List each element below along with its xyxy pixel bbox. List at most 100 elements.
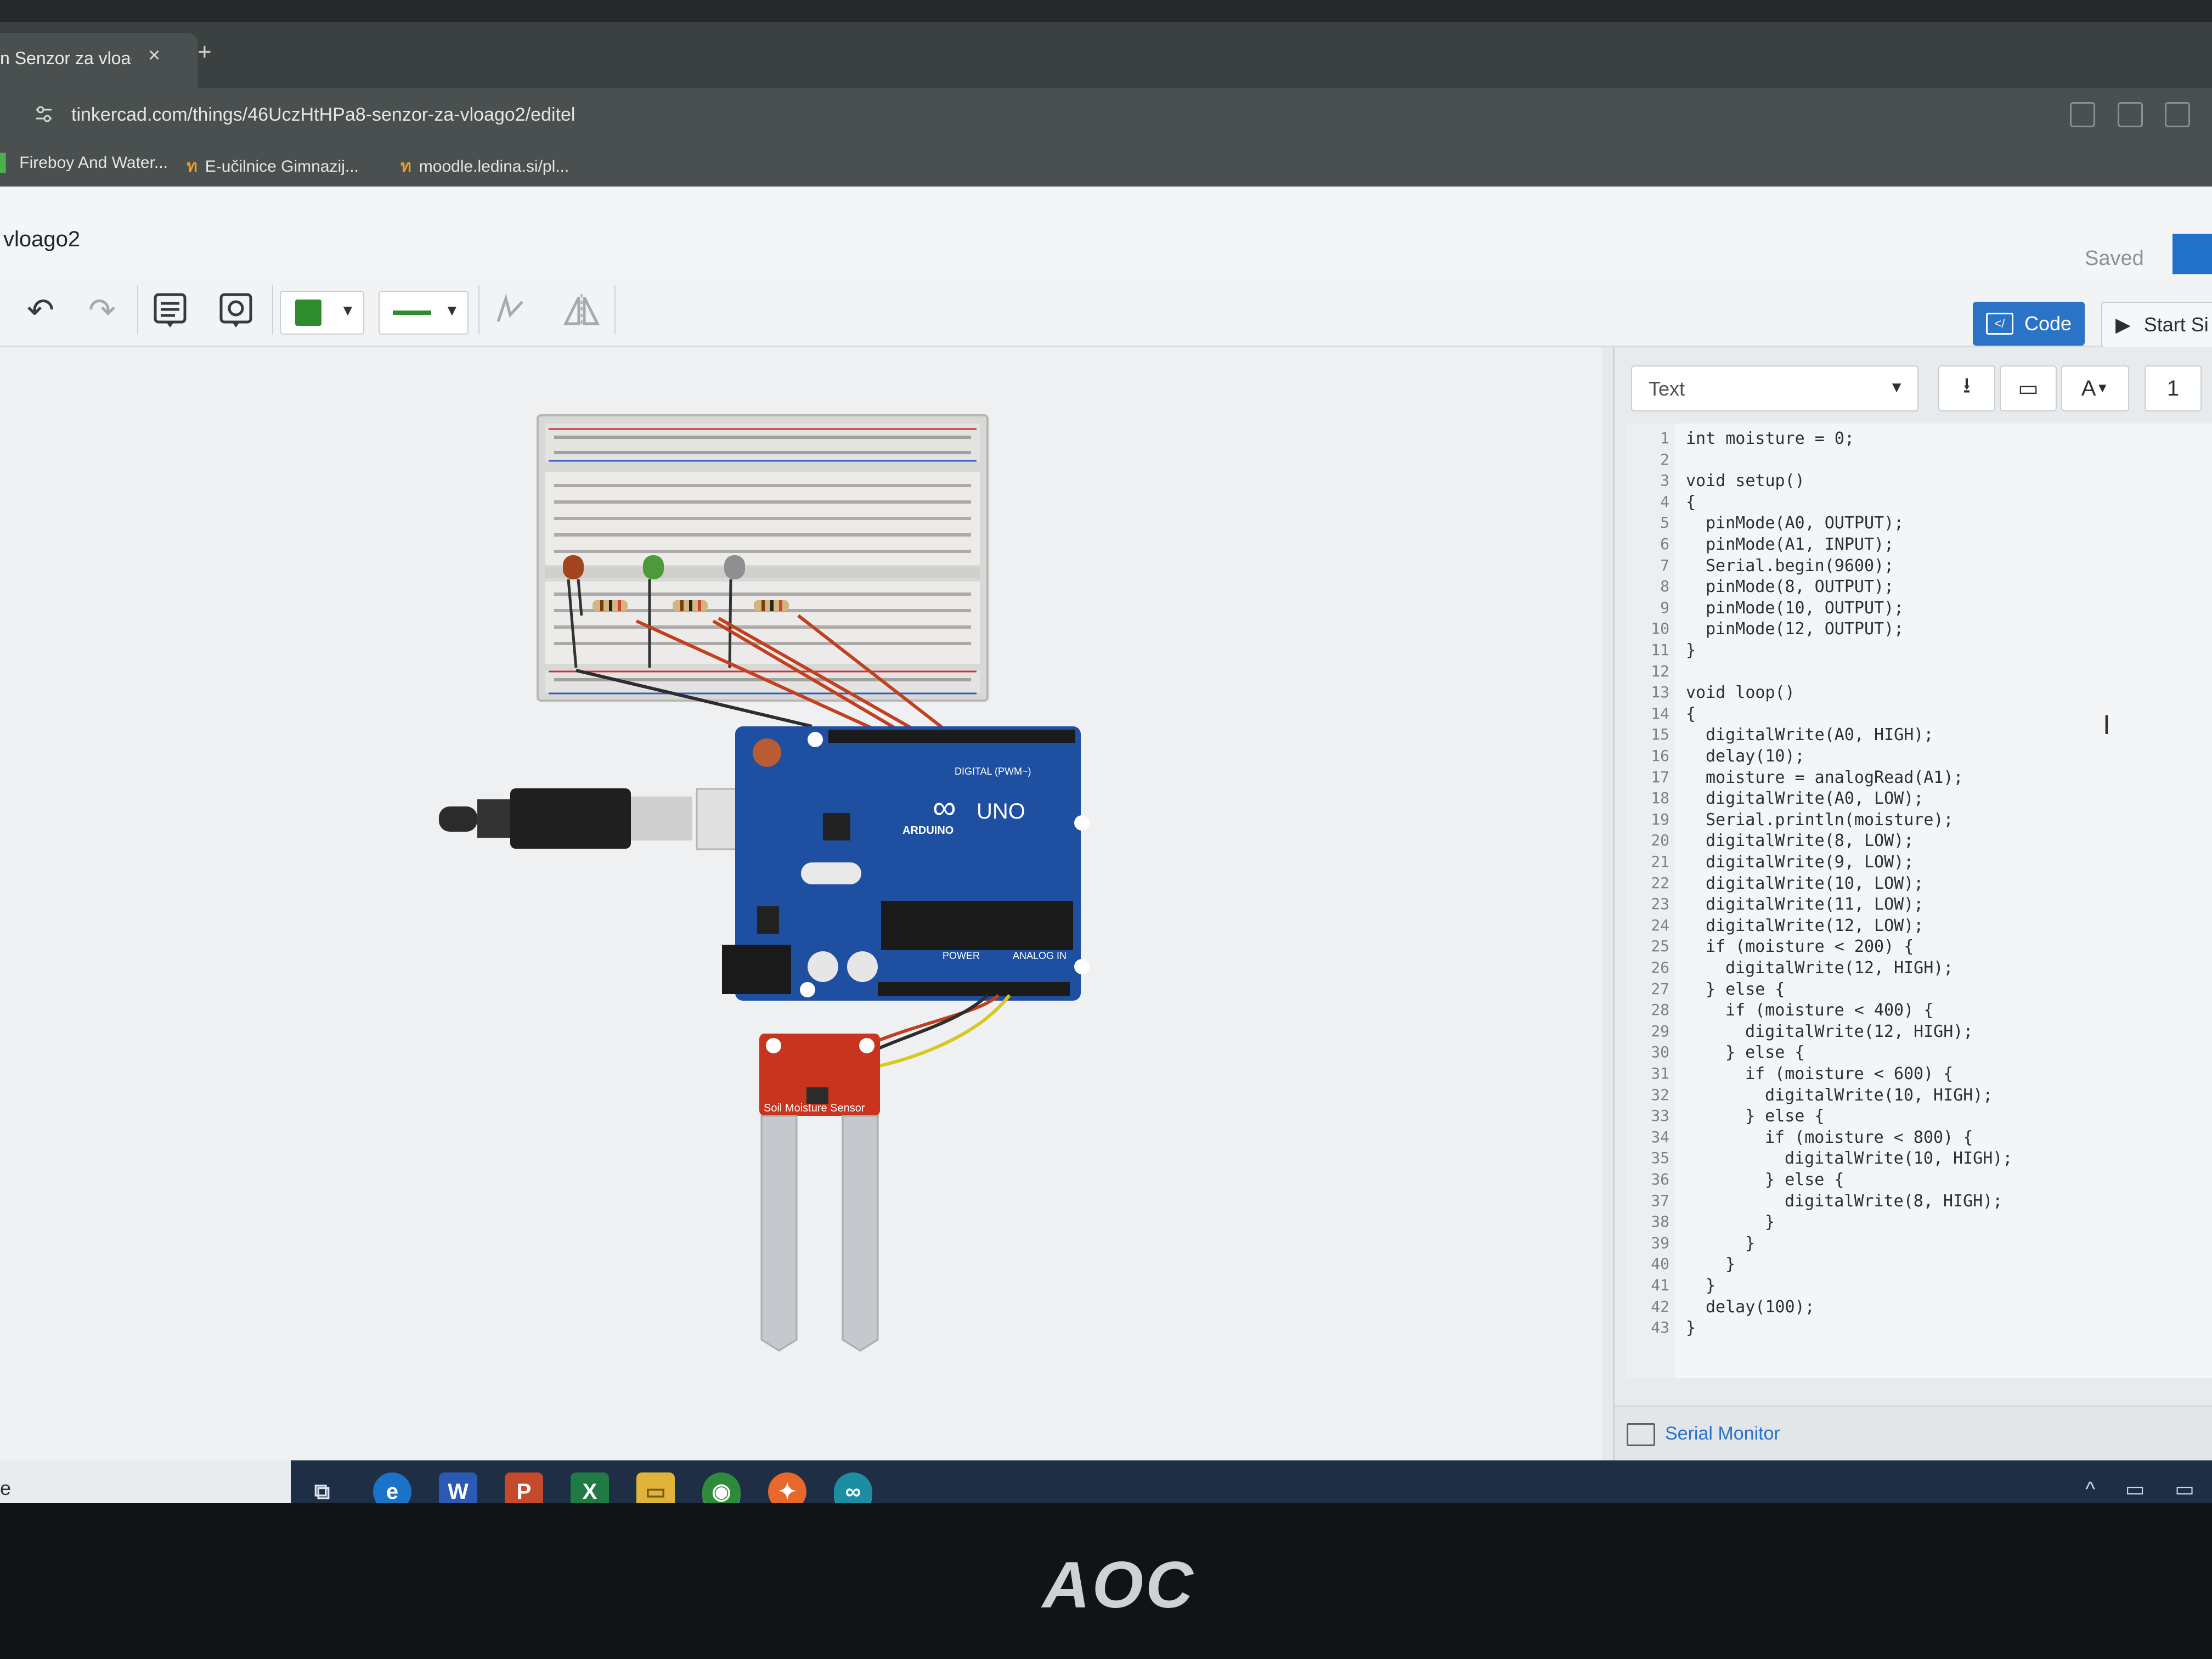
code-line[interactable]: } [1706, 1276, 1716, 1295]
line-number: 14 [1651, 704, 1669, 723]
code-line[interactable]: digitalWrite(12, HIGH); [1725, 958, 1953, 978]
powerpoint-icon[interactable]: P [505, 1472, 543, 1503]
notes-icon[interactable] [148, 289, 192, 332]
task-view-icon[interactable]: ⧉ [303, 1472, 341, 1504]
code-line[interactable]: { [1686, 493, 1696, 512]
code-line[interactable]: digitalWrite(10, LOW); [1706, 874, 1923, 893]
code-line[interactable]: int moisture = 0; [1686, 429, 1854, 448]
resistor[interactable] [754, 600, 789, 611]
flip-icon[interactable] [560, 289, 603, 332]
code-line[interactable]: digitalWrite(12, HIGH); [1745, 1022, 1973, 1041]
line-number: 10 [1651, 619, 1669, 638]
resistor[interactable] [673, 600, 708, 611]
code-line[interactable]: digitalWrite(9, LOW); [1706, 853, 1914, 872]
code-line[interactable]: digitalWrite(10, HIGH); [1785, 1149, 2012, 1168]
taskbar-search[interactable]: e [0, 1460, 291, 1503]
code-line[interactable]: { [1686, 704, 1696, 724]
bookmark-item[interactable]: ท moodle.ledina.si/pl... [400, 154, 569, 179]
line-number: 30 [1651, 1043, 1669, 1062]
tracking-protection-icon[interactable] [2165, 102, 2190, 127]
file-explorer-icon[interactable]: ▭ [636, 1472, 675, 1503]
bookmark-item[interactable]: ท E-učilnice Gimnazij... [187, 154, 359, 179]
code-line[interactable]: pinMode(12, OUTPUT); [1706, 619, 1904, 639]
word-icon[interactable]: W [439, 1472, 477, 1503]
code-line[interactable]: } [1686, 641, 1696, 660]
install-app-icon[interactable] [2070, 102, 2096, 127]
code-line[interactable]: digitalWrite(10, HIGH); [1765, 1086, 1993, 1105]
wire-type-picker[interactable]: ▼ [379, 291, 469, 335]
chevron-down-icon: ▼ [340, 302, 356, 319]
site-settings-icon[interactable] [34, 104, 54, 124]
font-size-button[interactable]: A ▼ [2061, 365, 2129, 411]
code-line[interactable]: digitalWrite(8, HIGH); [1785, 1192, 2002, 1211]
serial-monitor-bar[interactable]: Serial Monitor [1615, 1406, 2212, 1462]
code-line[interactable]: } else { [1745, 1107, 1825, 1126]
code-line[interactable]: digitalWrite(11, LOW); [1706, 895, 1923, 914]
tab-close-icon[interactable]: × [148, 44, 160, 67]
code-line[interactable]: Serial.println(moisture); [1706, 810, 1954, 830]
code-line[interactable]: delay(100); [1706, 1297, 1815, 1317]
start-simulation-button[interactable]: ▶ Start Si [2101, 302, 2212, 348]
wire-color-picker[interactable]: ▼ [280, 291, 364, 335]
resistor[interactable] [592, 600, 628, 611]
code-line[interactable]: } [1725, 1255, 1735, 1274]
usb-cable[interactable] [439, 788, 786, 850]
arduino-ide-icon[interactable]: ∞ [834, 1472, 872, 1503]
breadboard[interactable] [537, 414, 989, 702]
firefox-icon[interactable]: ✦ [768, 1472, 806, 1503]
system-tray[interactable]: ^ ▭ ▭ [2085, 1477, 2207, 1502]
browser-tab[interactable]: n Senzor za vloag × [0, 33, 198, 88]
code-line[interactable]: digitalWrite(A0, HIGH); [1706, 725, 1933, 744]
project-name[interactable]: vloago2 [3, 227, 80, 252]
line-number: 11 [1651, 641, 1669, 659]
circuit-canvas[interactable]: ∞ ARDUINO UNO DIGITAL (PWM~) POWER ANALO… [0, 347, 1602, 1460]
code-line[interactable]: pinMode(A1, INPUT); [1706, 535, 1894, 554]
code-line[interactable]: void loop() [1686, 683, 1795, 702]
soil-moisture-sensor[interactable]: Soil Moisture Sensor [759, 1034, 880, 1352]
code-line[interactable]: } [1745, 1234, 1755, 1253]
toolbar-divider [272, 285, 273, 335]
text-cursor-icon: I [2103, 709, 2111, 740]
code-line[interactable]: Serial.begin(9600); [1706, 556, 1894, 575]
code-line[interactable]: digitalWrite(12, LOW); [1706, 916, 1923, 935]
chrome-icon[interactable]: ◉ [702, 1472, 741, 1503]
code-line[interactable]: } [1765, 1212, 1775, 1232]
bookmark-item[interactable]: ▌ Fireboy And Water... [0, 154, 168, 172]
edge-icon[interactable]: e [373, 1472, 411, 1503]
code-line[interactable]: pinMode(8, OUTPUT); [1706, 577, 1894, 596]
code-line[interactable]: } [1686, 1318, 1696, 1338]
code-line[interactable]: digitalWrite(A0, LOW); [1706, 789, 1923, 808]
url-field[interactable]: tinkercad.com/things/46UczHtHPa8-senzor-… [71, 104, 575, 126]
code-line[interactable]: if (moisture < 200) { [1706, 937, 1914, 956]
line-number: 41 [1651, 1276, 1669, 1294]
code-line[interactable]: if (moisture < 800) { [1765, 1128, 1973, 1147]
code-line[interactable]: moisture = analogRead(A1); [1706, 768, 1963, 787]
code-line[interactable]: digitalWrite(8, LOW); [1706, 831, 1914, 850]
code-line[interactable]: if (moisture < 400) { [1725, 1001, 1933, 1020]
line-number: 8 [1660, 577, 1669, 596]
excel-icon[interactable]: X [571, 1472, 609, 1503]
rotate-icon[interactable] [488, 289, 532, 332]
arduino-uno-board[interactable]: ∞ ARDUINO UNO DIGITAL (PWM~) POWER ANALO… [722, 726, 1090, 1001]
new-tab-icon[interactable]: + [198, 38, 212, 66]
code-line[interactable]: pinMode(10, OUTPUT); [1706, 599, 1904, 618]
upload-icon[interactable]: ▭ [2000, 365, 2057, 411]
code-button[interactable]: </ Code [1973, 302, 2085, 346]
code-mode-select[interactable]: Text ▼ [1631, 365, 1918, 411]
redo-icon[interactable]: ↷ [80, 289, 124, 332]
code-editor[interactable]: 1 int moisture = 0; 2 3 void setup() 4{5 pinMo… [1626, 424, 2212, 1378]
translate-icon[interactable] [2117, 102, 2143, 127]
download-icon[interactable]: ⭳ [1938, 365, 1995, 411]
code-line[interactable]: void setup() [1686, 471, 1805, 490]
code-line[interactable]: if (moisture < 600) { [1745, 1064, 1953, 1084]
annotation-icon[interactable] [214, 289, 258, 332]
code-line[interactable]: } else { [1706, 980, 1785, 999]
code-line[interactable]: pinMode(A0, OUTPUT); [1706, 514, 1904, 533]
code-line[interactable]: delay(10); [1706, 747, 1805, 766]
code-line[interactable]: } else { [1725, 1043, 1805, 1062]
code-line[interactable]: } else { [1765, 1170, 1844, 1189]
line-number: 19 [1651, 810, 1669, 828]
bookmark-label: moodle.ledina.si/pl... [419, 157, 569, 176]
undo-icon[interactable]: ↶ [19, 289, 63, 332]
component-select-button[interactable]: 1 [2145, 365, 2202, 411]
